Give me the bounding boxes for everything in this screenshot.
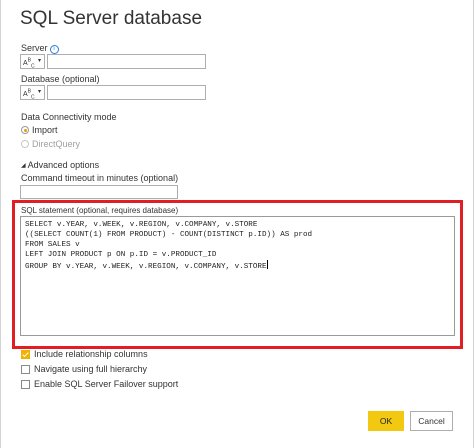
advanced-options-toggle[interactable]: ◢ Advanced options xyxy=(21,160,99,170)
timeout-label: Command timeout in minutes (optional) xyxy=(21,173,179,183)
radio-import-label[interactable]: Import xyxy=(32,125,58,135)
database-input[interactable] xyxy=(47,85,206,100)
checkbox-relationship-columns-label[interactable]: Include relationship columns xyxy=(34,349,148,359)
timeout-input[interactable] xyxy=(20,185,178,199)
advanced-options-label: Advanced options xyxy=(27,160,100,170)
server-type-button[interactable]: ABC ▾ xyxy=(20,54,45,70)
sql-line: FROM SALES v xyxy=(25,241,80,249)
checkbox-full-hierarchy[interactable] xyxy=(21,365,30,374)
sql-line-text: GROUP BY v.YEAR, v.WEEK, v.REGION, v.COM… xyxy=(25,263,267,271)
sql-line: LEFT JOIN PRODUCT p ON p.ID = v.PRODUCT_… xyxy=(25,251,217,259)
chevron-down-icon: ▾ xyxy=(37,89,41,95)
server-input[interactable] xyxy=(47,54,206,69)
database-label: Database (optional) xyxy=(21,74,100,84)
abc-icon: ABC xyxy=(23,58,35,70)
radio-directquery-label[interactable]: DirectQuery xyxy=(32,139,80,149)
abc-icon: ABC xyxy=(23,89,35,101)
radio-directquery[interactable] xyxy=(21,140,29,148)
checkbox-failover-label[interactable]: Enable SQL Server Failover support xyxy=(34,379,178,389)
collapse-triangle-icon: ◢ xyxy=(21,163,26,169)
database-type-button[interactable]: ABC ▾ xyxy=(20,85,45,101)
cancel-button[interactable]: Cancel xyxy=(410,411,453,431)
chevron-down-icon: ▾ xyxy=(37,58,41,64)
text-caret xyxy=(266,260,268,269)
sql-statement-label: SQL statement (optional, requires databa… xyxy=(21,206,179,215)
sql-server-dialog: SQL Server database Server i ABC ▾ Databa… xyxy=(0,0,474,448)
server-label-text: Server xyxy=(21,43,48,53)
sql-line: SELECT v.YEAR, v.WEEK, v.REGION, v.COMPA… xyxy=(25,221,258,229)
checkbox-relationship-columns[interactable] xyxy=(21,350,30,359)
server-label: Server i xyxy=(21,43,59,54)
radio-import[interactable] xyxy=(21,126,29,134)
checkbox-failover[interactable] xyxy=(21,380,30,389)
sql-line: ((SELECT COUNT(1) FROM PRODUCT) - COUNT(… xyxy=(25,231,313,239)
info-icon[interactable]: i xyxy=(49,45,59,54)
ok-button[interactable]: OK xyxy=(368,411,404,431)
sql-statement-textarea[interactable]: SELECT v.YEAR, v.WEEK, v.REGION, v.COMPA… xyxy=(20,216,455,336)
dialog-title: SQL Server database xyxy=(20,8,203,29)
connectivity-label: Data Connectivity mode xyxy=(21,112,117,122)
sql-line-last: GROUP BY v.YEAR, v.WEEK, v.REGION, v.COM… xyxy=(25,260,450,271)
checkbox-full-hierarchy-label[interactable]: Navigate using full hierarchy xyxy=(34,364,147,374)
